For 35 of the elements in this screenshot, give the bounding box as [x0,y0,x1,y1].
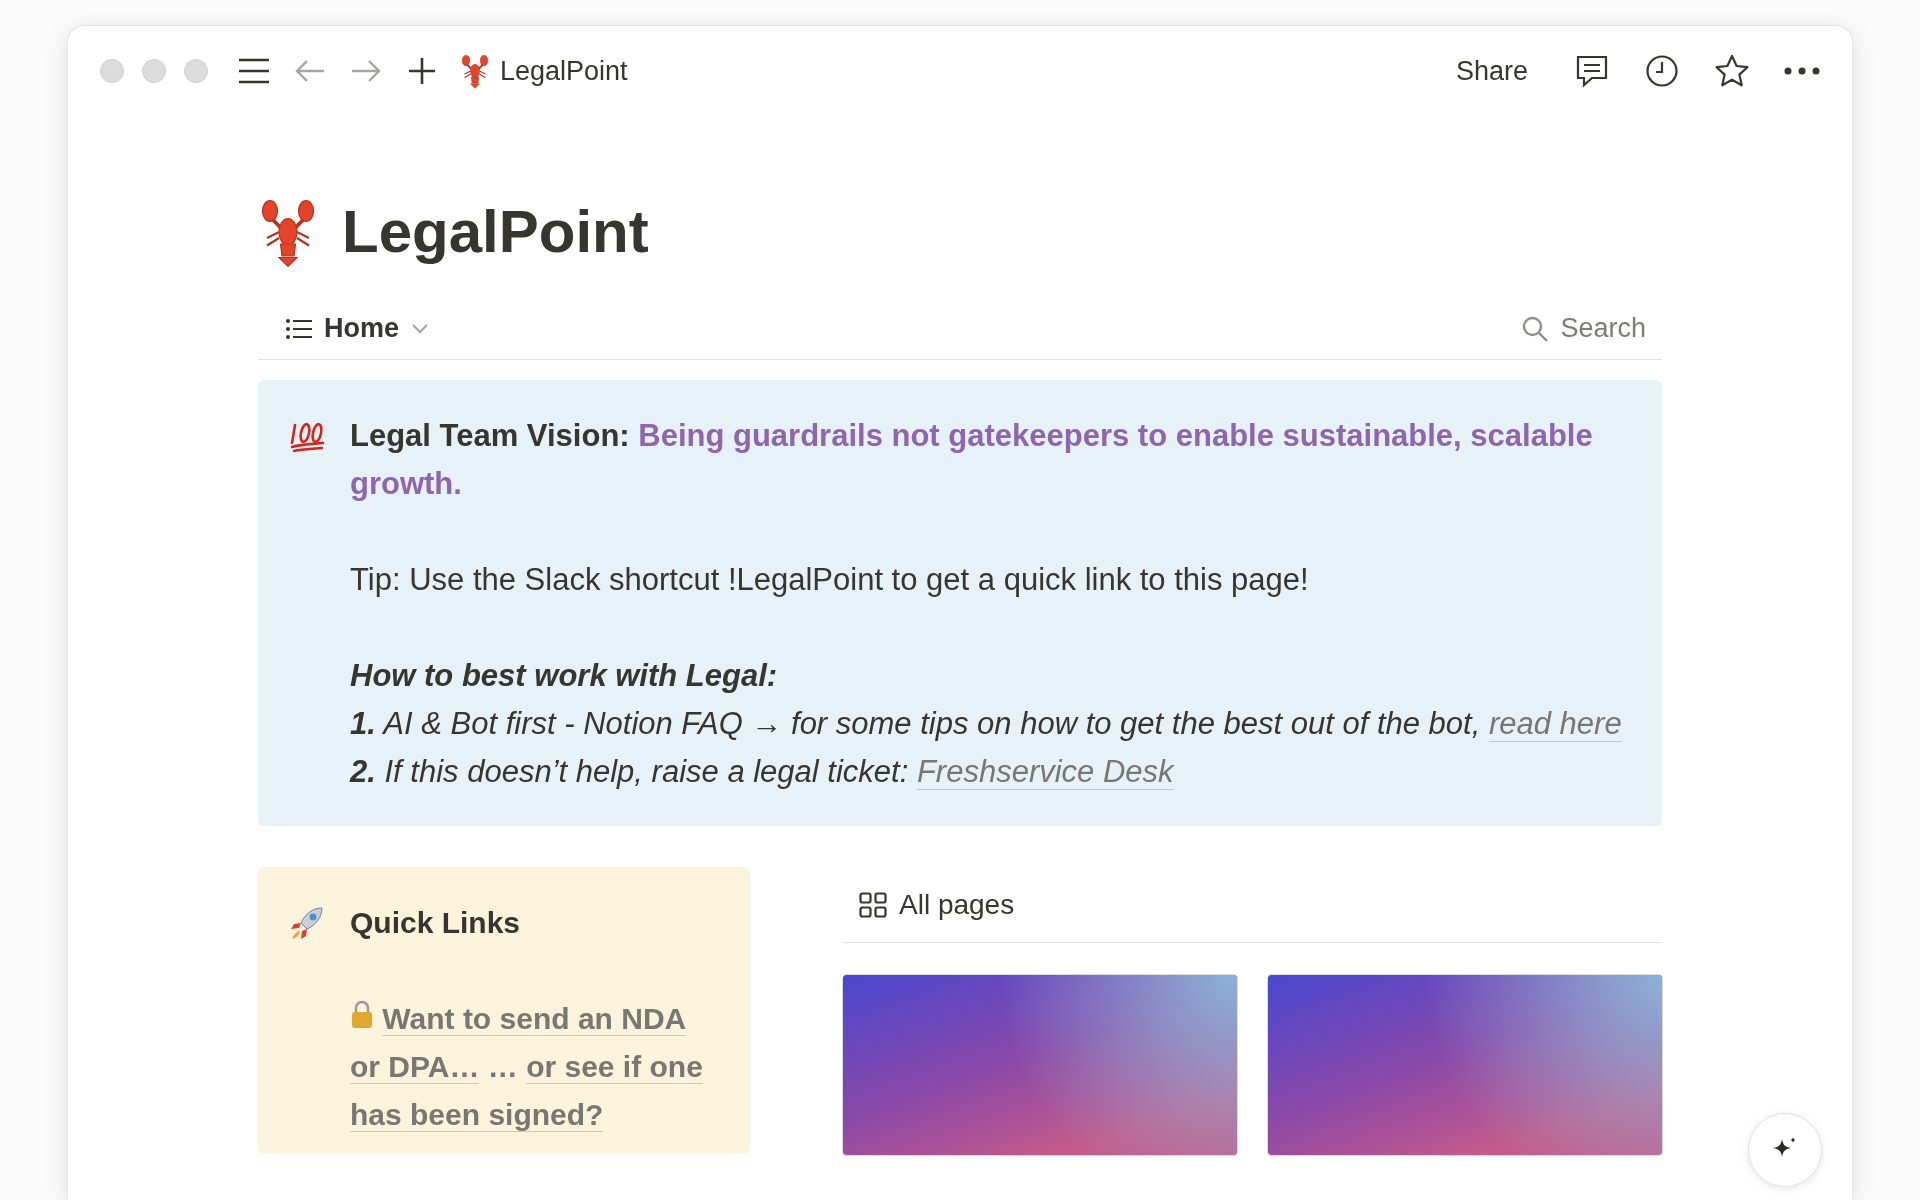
page-title[interactable]: LegalPoint [500,55,628,87]
link[interactable]: Freshservice Desk [916,754,1174,790]
view-tab[interactable]: All pages [859,888,1015,921]
page-card[interactable] [1268,975,1662,1155]
window-control[interactable] [184,59,208,83]
more-icon [1784,67,1820,75]
link[interactable]: read here [1488,706,1622,742]
list-icon [286,318,312,339]
menu-icon [238,58,270,84]
vision-statement: Legal Team Vision: Being guardrails not gatekeepers to enable sustainable, scalable growth. [350,417,1594,503]
star-icon [1714,54,1750,88]
search-icon [1522,315,1549,342]
lobster-icon [460,53,490,89]
step-text: 2. If this doesn’t help, raise a legal ticket: Freshservice Desk [350,753,1176,792]
gallery-icon [859,891,887,918]
window-control[interactable] [100,59,124,83]
comment-icon [1575,54,1609,88]
share-button[interactable]: Share [1455,55,1528,87]
back-arrow-icon [294,59,326,83]
view-tab[interactable]: Home [286,313,429,344]
tip-text: Tip: Use the Slack shortcut !LegalPoint to get a quick link to this page! [350,561,1310,599]
forward-arrow-icon [350,59,382,83]
clock-icon [1645,54,1679,88]
card-heading: Quick Links [350,905,522,941]
window-control[interactable] [142,59,166,83]
lock-icon [350,999,374,1029]
quick-link[interactable]: Want to send an NDA or DPA… … or see if one has been signed? [350,995,720,1139]
page-card[interactable] [843,975,1237,1155]
chevron-down-icon [411,322,429,335]
section-heading: How to best work with Legal: [350,657,779,695]
search-button[interactable]: Search [1522,313,1646,344]
page-heading: LegalPoint [342,197,649,267]
step-text: 1. AI & Bot first - Notion FAQ → for some tips on how to get the best out of the bot, read here [350,705,1623,744]
plus-icon [408,57,436,85]
rocket-icon [288,904,326,942]
